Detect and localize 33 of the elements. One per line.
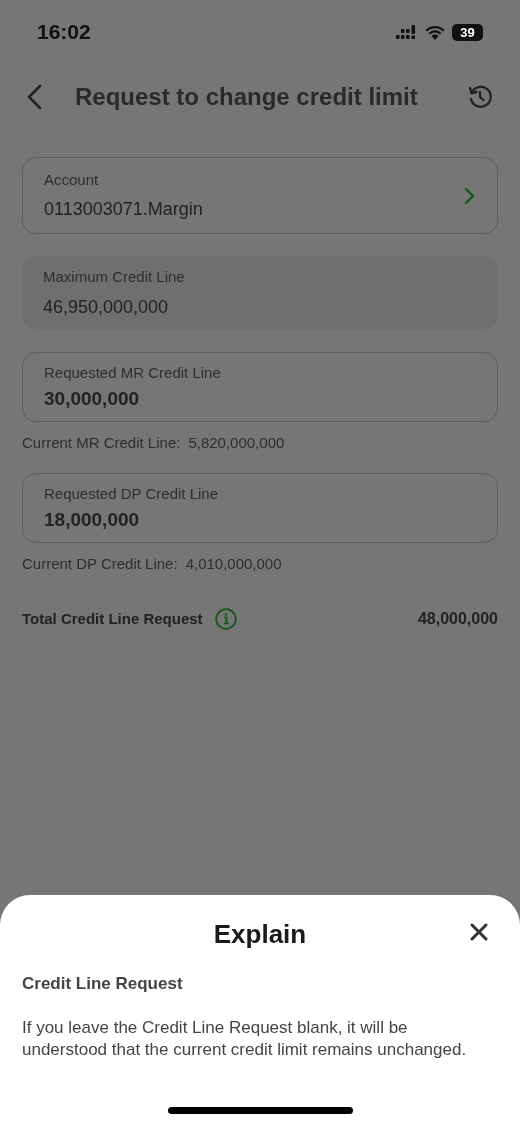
history-icon [467, 84, 493, 110]
sheet-title: Explain [213, 917, 307, 951]
field-value: 30,000,000 [44, 387, 141, 411]
input-field[interactable]: Requested DP Credit Line 18,000,000 [22, 473, 498, 543]
field-label: Requested DP Credit Line [44, 484, 219, 504]
field-value: 46,950,000,000 [43, 295, 170, 319]
info-button[interactable] [214, 608, 237, 630]
account-selector[interactable]: Account 0113003071.Margin [22, 157, 498, 234]
history-button[interactable] [466, 83, 494, 111]
current-line-label: Current MR Credit Line: [22, 432, 181, 453]
status-time: 16:02 [37, 19, 91, 46]
field-label: Requested MR Credit Line [44, 363, 222, 383]
chevron-right-icon [464, 186, 475, 205]
explanation-text: If you leave the Credit Line Request blank, it will be understood that the current credit limit remains unchanged. [22, 1016, 468, 1061]
field-value: 18,000,000 [44, 508, 141, 532]
field-value: 0113003071.Margin [44, 198, 204, 221]
close-icon [470, 923, 488, 941]
signal-icon [396, 25, 418, 39]
current-line-value: 5,820,000,000 [188, 432, 285, 453]
page-title: Request to change credit limit [75, 82, 419, 112]
close-button[interactable] [468, 921, 490, 943]
field-label: Maximum Credit Line [43, 266, 186, 287]
current-line-value: 4,010,000,000 [185, 553, 282, 574]
current-line-label: Current DP Credit Line: [22, 553, 178, 574]
battery-icon: 39 [452, 23, 483, 41]
field-label: Account [44, 170, 100, 190]
info-icon [214, 608, 237, 630]
sheet-heading: Credit Line Request [22, 973, 184, 995]
total-value: 48,000,000 [417, 609, 498, 629]
total-label: Total Credit Line Request [22, 608, 203, 629]
back-icon [26, 84, 42, 110]
input-field[interactable]: Requested MR Credit Line 30,000,000 [22, 352, 498, 422]
wifi-icon [425, 24, 445, 40]
